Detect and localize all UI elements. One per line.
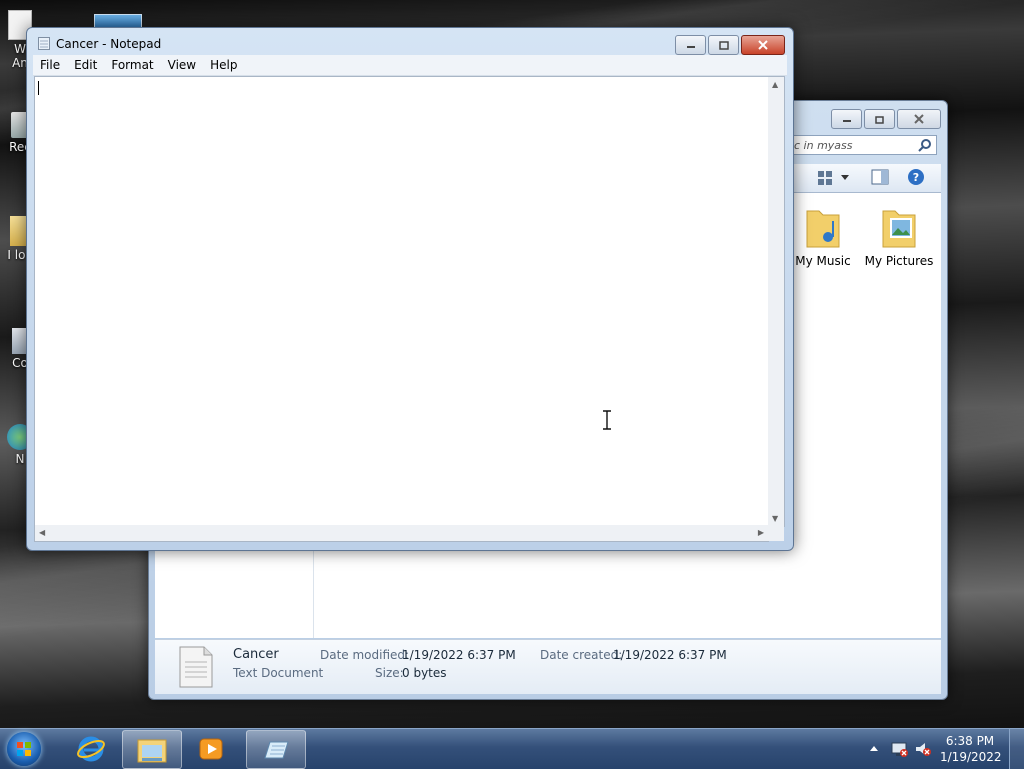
menu-edit[interactable]: Edit	[67, 58, 104, 72]
minimize-icon	[842, 120, 851, 122]
maximize-button[interactable]	[708, 35, 739, 55]
explorer-maximize-button[interactable]	[864, 109, 895, 129]
show-hidden-icons-icon[interactable]	[869, 744, 879, 752]
explorer-close-button[interactable]	[897, 109, 941, 129]
folder-my-music[interactable]: My Music	[787, 205, 859, 268]
taskbar-internet-explorer[interactable]	[62, 730, 120, 767]
minimize-button[interactable]	[675, 35, 706, 55]
help-icon[interactable]: ?	[907, 168, 925, 186]
size-label: Size:	[375, 666, 404, 680]
date-created-label: Date created:	[540, 648, 623, 662]
file-explorer-icon	[137, 739, 167, 762]
size-value: 0 bytes	[402, 666, 447, 680]
text-caret	[38, 81, 39, 95]
text-document-icon	[179, 646, 213, 688]
menu-format[interactable]: Format	[104, 58, 160, 72]
folder-label: My Music	[795, 254, 851, 268]
file-type: Text Document	[233, 666, 324, 680]
vertical-scrollbar[interactable]: ▲ ▼	[768, 76, 785, 527]
preview-pane-icon[interactable]	[871, 169, 889, 185]
volume-muted-icon[interactable]	[914, 740, 932, 758]
text-editor-area[interactable]	[34, 76, 768, 527]
clock-time: 6:38 PM	[945, 734, 995, 748]
scroll-right-arrow-icon[interactable]: ▶	[758, 528, 764, 537]
resize-grip-icon[interactable]	[768, 525, 784, 541]
minimize-icon	[686, 46, 695, 48]
scroll-left-arrow-icon[interactable]: ◀	[39, 528, 45, 537]
date-created-value: 1/19/2022 6:37 PM	[613, 648, 727, 662]
network-status-icon[interactable]	[891, 740, 909, 758]
show-desktop-button[interactable]	[1009, 729, 1024, 769]
menu-view[interactable]: View	[161, 58, 203, 72]
close-icon	[758, 40, 768, 50]
explorer-minimize-button[interactable]	[831, 109, 862, 129]
file-name: Cancer	[233, 647, 279, 662]
svg-text:?: ?	[913, 171, 919, 184]
scroll-up-arrow-icon[interactable]: ▲	[772, 80, 778, 89]
internet-explorer-icon	[77, 736, 105, 761]
taskbar: 6:38 PM 1/19/2022	[0, 728, 1024, 769]
taskbar-explorer[interactable]	[122, 730, 182, 769]
start-button[interactable]	[7, 732, 41, 766]
pictures-folder-icon	[882, 210, 916, 248]
taskbar-notepad[interactable]	[246, 730, 306, 769]
music-folder-icon	[806, 210, 840, 248]
details-pane: Cancer Text Document Date modified: 1/19…	[155, 639, 941, 694]
notepad-window[interactable]: Cancer - Notepad File Edit Format View H…	[26, 27, 794, 551]
notepad-icon	[38, 37, 50, 50]
menu-bar: File Edit Format View Help	[33, 55, 787, 76]
date-modified-label: Date modified:	[320, 648, 410, 662]
scroll-down-arrow-icon[interactable]: ▼	[772, 514, 778, 523]
text-cursor-icon	[603, 410, 611, 430]
notepad-icon	[264, 741, 289, 758]
close-button[interactable]	[741, 35, 785, 55]
horizontal-scrollbar[interactable]: ◀ ▶	[34, 525, 769, 542]
taskbar-clock[interactable]: 6:38 PM 1/19/2022	[940, 733, 1002, 765]
menu-file[interactable]: File	[33, 58, 67, 72]
date-modified-value: 1/19/2022 6:37 PM	[402, 648, 516, 662]
notepad-caption-buttons	[675, 35, 785, 55]
window-title: Cancer - Notepad	[56, 37, 162, 51]
search-input[interactable]: c in myass	[789, 135, 937, 155]
maximize-icon	[718, 40, 729, 50]
search-icon	[918, 139, 931, 152]
clock-date: 1/19/2022	[940, 750, 1002, 764]
view-options-icon[interactable]	[817, 170, 833, 186]
search-placeholder: c in myass	[794, 139, 853, 152]
chevron-down-icon[interactable]	[841, 175, 849, 181]
close-icon	[914, 114, 924, 124]
menu-help[interactable]: Help	[203, 58, 244, 72]
media-player-icon	[199, 738, 223, 759]
folder-label: My Pictures	[864, 254, 934, 268]
folder-my-pictures[interactable]: My Pictures	[863, 205, 935, 268]
explorer-caption-buttons	[831, 109, 941, 129]
desktop-icon-label-5: N	[15, 452, 25, 466]
restore-icon	[874, 115, 884, 124]
windows-logo-icon	[17, 742, 31, 756]
taskbar-media-player[interactable]	[182, 730, 240, 767]
